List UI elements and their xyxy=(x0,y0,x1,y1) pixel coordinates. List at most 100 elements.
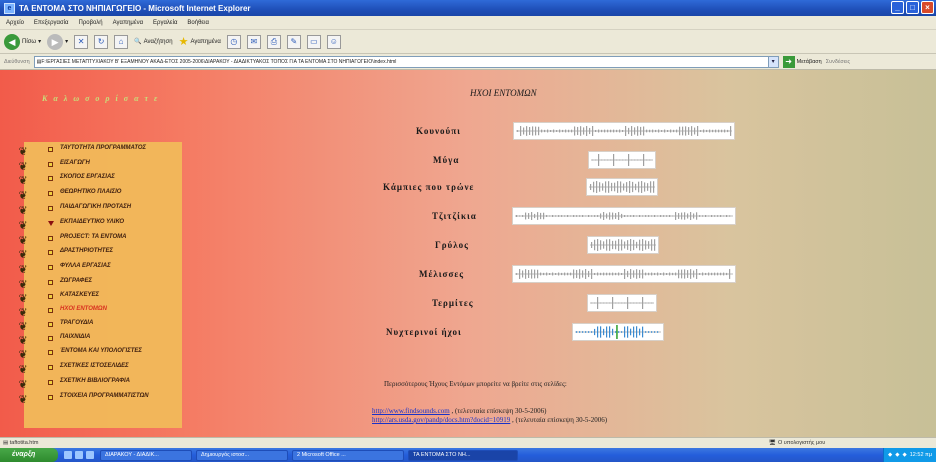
ie-quick-icon[interactable] xyxy=(64,451,72,459)
menu-favorites[interactable]: Αγαπημένα xyxy=(113,20,143,26)
link-findsounds[interactable]: http://www.findsounds.com xyxy=(372,407,450,415)
task-button[interactable]: ΔΙΑΡΑΚΟΥ - ΔΙΑΔΙΚ... xyxy=(100,449,192,461)
square-bullet-icon xyxy=(48,336,53,341)
menu-tools[interactable]: Εργαλεία xyxy=(153,20,177,26)
waveform-icon xyxy=(515,212,733,220)
sound-player[interactable] xyxy=(587,236,659,254)
more-sounds-caption: Περισσότερους Ήχους Εντόμων μπορείτε να … xyxy=(384,380,567,388)
address-input[interactable]: ▤ F:\ΕΡΓΑΣΙΕΣ ΜΕΤΑΠΤΥΧΙΑΚΟΥ Β' ΕΞΑΜΗΝΟΥ … xyxy=(33,55,779,68)
sidebar-item[interactable]: ❦ ΘΕΩΡΗΤΙΚΟ ΠΛΑΙΣΙΟ xyxy=(18,189,178,204)
sidebar-item-label: ΕΚΠΑΙΔΕΥΤΙΚΟ ΥΛΙΚΟ xyxy=(60,219,125,225)
expanded-arrow-icon xyxy=(48,221,54,226)
stop-button[interactable]: ✕ xyxy=(74,34,89,49)
leaf-bullet-icon: ❦ xyxy=(18,205,28,217)
sound-player[interactable] xyxy=(512,265,736,283)
sidebar-item[interactable]: ❦ ΣΤΟΙΧΕΙΑ ΠΡΟΓΡΑΜΜΑΤΙΣΤΩΝ xyxy=(18,393,178,408)
square-bullet-icon xyxy=(48,191,53,196)
address-dropdown[interactable]: ▾ xyxy=(767,56,778,67)
folder-button[interactable]: ▭ xyxy=(306,34,321,49)
square-bullet-icon xyxy=(48,322,53,327)
toolbar: ◀ Πίσω ▾ ▶ ▾ ✕ ↻ ⌂ 🔍 Αναζήτηση ★ Αγαπημέ… xyxy=(0,30,936,54)
leaf-bullet-icon: ❦ xyxy=(18,249,28,261)
go-button[interactable]: ➜ Μετάβαση xyxy=(782,55,822,68)
square-bullet-icon xyxy=(48,280,53,285)
menu-edit[interactable]: Επεξεργασία xyxy=(34,20,69,26)
status-bar: ▤ taftotita.htm 🖥 Ο υπολογιστής μου xyxy=(0,437,936,448)
leaf-bullet-icon: ❦ xyxy=(18,293,28,305)
sidebar-item-label: ΘΕΩΡΗΤΙΚΟ ΠΛΑΙΣΙΟ xyxy=(60,189,122,195)
task-button[interactable]: 2 Microsoft Office ... xyxy=(292,449,404,461)
sound-label: Τζιτζίκια xyxy=(432,211,477,221)
sidebar-item[interactable]: ❦ ΤΡΑΓΟΥΔΙΑ xyxy=(18,320,178,334)
sound-label: Τερμίτες xyxy=(432,298,474,308)
sidebar-item[interactable]: ❦ ΕΙΣΑΓΩΓΗ xyxy=(18,160,178,174)
waveform-icon xyxy=(575,325,661,339)
maximize-button[interactable]: □ xyxy=(906,1,919,14)
sidebar-item-label: ΚΑΤΑΣΚΕΥΕΣ xyxy=(60,292,100,298)
menu-help[interactable]: Βοήθεια xyxy=(187,20,209,26)
sound-player[interactable] xyxy=(512,207,736,225)
sidebar-item[interactable]: ❦ ΕΚΠΑΙΔΕΥΤΙΚΟ ΥΛΙΚΟ xyxy=(18,219,178,234)
menu-file[interactable]: Αρχείο xyxy=(6,20,24,26)
sidebar-item[interactable]: ❦ ΣΚΟΠΟΣ ΕΡΓΑΣΙΑΣ xyxy=(18,174,178,189)
go-arrow-icon: ➜ xyxy=(782,55,795,68)
links-button[interactable]: Συνδέσεις xyxy=(826,59,850,65)
sidebar-item-label: ΕΙΣΑΓΩΓΗ xyxy=(60,160,90,166)
task-button-active[interactable]: ΤΑ ΕΝΤΟΜΑ ΣΤΟ ΝΗ... xyxy=(408,449,518,461)
sound-player[interactable] xyxy=(587,294,657,312)
tray-icon[interactable]: ◆ xyxy=(895,448,899,462)
back-button[interactable]: ◀ Πίσω ▾ xyxy=(4,33,42,50)
sound-player[interactable] xyxy=(588,151,656,169)
leaf-bullet-icon: ❦ xyxy=(18,264,28,276)
sidebar-item[interactable]: ❦ ΠΑΙΧΝΙΔΙΑ xyxy=(18,334,178,348)
tray-icon[interactable]: ◆ xyxy=(888,448,892,462)
print-button[interactable]: ⎙ xyxy=(266,34,281,49)
mail-button[interactable]: ✉ xyxy=(246,34,261,49)
sound-label: Γρύλος xyxy=(435,240,469,250)
security-zone: 🖥 Ο υπολογιστής μου xyxy=(763,440,825,446)
task-button[interactable]: Δημιουργός ιστοσ... xyxy=(196,449,288,461)
tray-icon[interactable]: ◆ xyxy=(903,448,907,462)
leaf-bullet-icon: ❦ xyxy=(18,394,28,406)
search-icon: 🔍 xyxy=(134,39,142,45)
sound-player[interactable] xyxy=(513,122,735,140)
history-button[interactable]: ◷ xyxy=(226,34,241,49)
square-bullet-icon xyxy=(48,365,53,370)
home-button[interactable]: ⌂ xyxy=(114,34,129,49)
sidebar-item[interactable]: ❦ ΖΩΓΡΑΦΕΣ xyxy=(18,278,178,292)
sidebar-item[interactable]: ❦ ΔΡΑΣΤΗΡΙΟΤΗΤΕΣ xyxy=(18,248,178,263)
refresh-button[interactable]: ↻ xyxy=(94,34,109,49)
leaf-bullet-icon: ❦ xyxy=(18,364,28,376)
forward-button[interactable]: ▶ ▾ xyxy=(47,33,68,50)
messenger-button[interactable]: ☺ xyxy=(326,34,341,49)
page-content: Κ α λ ω σ ο ρ ί σ α τ ε ❦ ΤΑΥΤΟΤΗΤΑ ΠΡΟΓΡ… xyxy=(0,70,936,437)
window-controls: _ □ × xyxy=(891,1,934,14)
sound-player[interactable] xyxy=(572,323,664,341)
sound-player[interactable] xyxy=(586,178,658,196)
favorites-button[interactable]: ★ Αγαπημένα xyxy=(179,35,221,48)
sidebar-item[interactable]: ❦ ΚΑΤΑΣΚΕΥΕΣ xyxy=(18,292,178,306)
media-quick-icon[interactable] xyxy=(86,451,94,459)
minimize-button[interactable]: _ xyxy=(891,1,904,14)
leaf-bullet-icon: ❦ xyxy=(18,321,28,333)
sidebar-item[interactable]: ❦ PROJECT: ΤΑ ΕΝΤΟΜΑ xyxy=(18,234,178,248)
go-label: Μετάβαση xyxy=(796,58,822,65)
sidebar-item[interactable]: ❦ ΣΧΕΤΙΚΕΣ ΙΣΤΟΣΕΛΙΔΕΣ xyxy=(18,363,178,378)
sidebar-item[interactable]: ❦ ΣΧΕΤΙΚΗ ΒΙΒΛΙΟΓΡΑΦΙΑ xyxy=(18,378,178,393)
square-bullet-icon xyxy=(48,395,53,400)
chevron-down-icon: ▾ xyxy=(38,39,42,45)
sidebar-item[interactable]: ❦ ΈΝΤΟΜΑ ΚΑΙ ΥΠΟΛΟΓΙΣΤΕΣ xyxy=(18,348,178,363)
search-button[interactable]: 🔍 Αναζήτηση xyxy=(134,38,172,46)
close-button[interactable]: × xyxy=(921,1,934,14)
menu-view[interactable]: Προβολή xyxy=(79,20,103,26)
sidebar-item[interactable]: ❦ ΠΑΙΔΑΓΩΓΙΚΗ ΠΡΟΤΑΣΗ xyxy=(18,204,178,219)
sidebar-item[interactable]: ❦ ΗΧΟΙ ΕΝΤΟΜΩΝ xyxy=(18,306,178,320)
sidebar-item[interactable]: ❦ ΦΥΛΛΑ ΕΡΓΑΣΙΑΣ xyxy=(18,263,178,278)
link-usda[interactable]: http://ars.usda.gov/pandp/docs.htm?docid… xyxy=(372,416,510,424)
sidebar-item-label: ΤΑΥΤΟΤΗΤΑ ΠΡΟΓΡΑΜΜΑΤΟΣ xyxy=(60,145,147,151)
edit-button[interactable]: ✎ xyxy=(286,34,301,49)
start-button[interactable]: έναρξη xyxy=(0,448,58,462)
sidebar-item[interactable]: ❦ ΤΑΥΤΟΤΗΤΑ ΠΡΟΓΡΑΜΜΑΤΟΣ xyxy=(18,145,178,160)
square-bullet-icon xyxy=(48,236,53,241)
desktop-quick-icon[interactable] xyxy=(75,451,83,459)
